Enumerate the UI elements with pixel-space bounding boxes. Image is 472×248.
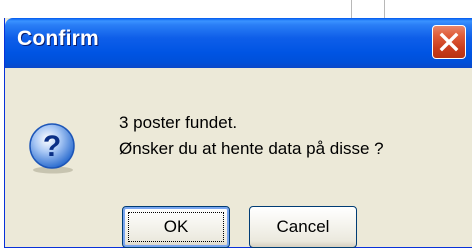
confirm-dialog: Confirm ? 3 poster fundet. Ønsker du at … xyxy=(4,18,472,248)
message-line: 3 poster fundet. xyxy=(119,113,238,132)
desktop-background: Confirm ? 3 poster fundet. Ønsker du at … xyxy=(0,0,472,248)
close-icon xyxy=(439,32,459,52)
background-window-edge xyxy=(384,0,385,20)
question-icon: ? xyxy=(29,123,75,174)
ok-button[interactable]: OK xyxy=(122,206,230,248)
dialog-body: ? 3 poster fundet. Ønsker du at hente da… xyxy=(5,68,472,248)
dialog-title: Confirm xyxy=(17,27,99,50)
dialog-titlebar[interactable]: Confirm xyxy=(5,18,472,68)
dialog-message: 3 poster fundet. Ønsker du at hente data… xyxy=(119,110,384,162)
focus-ring xyxy=(128,212,224,242)
cancel-button-label: Cancel xyxy=(276,217,330,236)
background-window-edge xyxy=(351,0,352,20)
message-line: Ønsker du at hente data på disse ? xyxy=(119,139,384,158)
cancel-button[interactable]: Cancel xyxy=(249,206,357,248)
close-button[interactable] xyxy=(432,25,466,59)
svg-text:?: ? xyxy=(43,130,61,163)
